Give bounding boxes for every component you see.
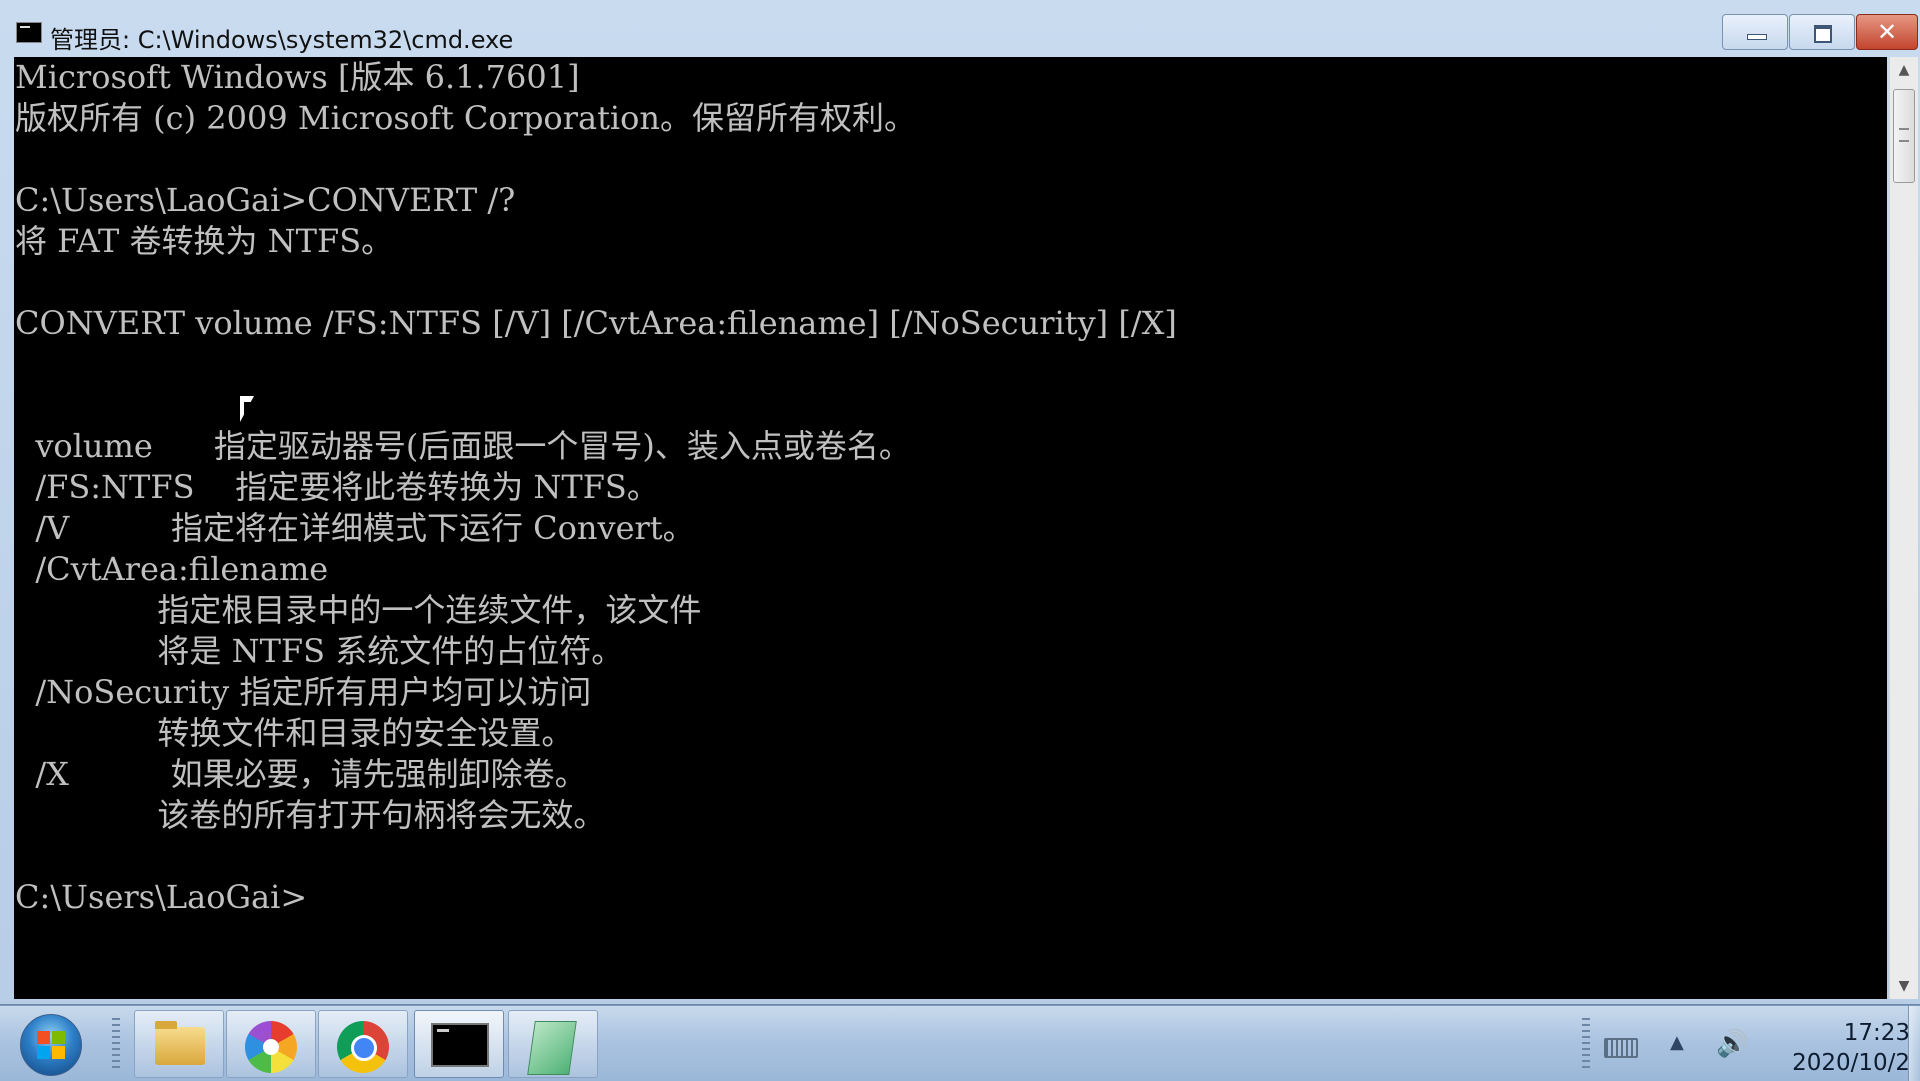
console-line: /V 指定将在详细模式下运行 Convert。: [15, 509, 695, 547]
scroll-thumb[interactable]: [1893, 89, 1915, 183]
keyboard-icon[interactable]: [1604, 1038, 1638, 1058]
console-line: 将 FAT 卷转换为 NTFS。: [15, 222, 394, 260]
console-line: /NoSecurity 指定所有用户均可以访问: [15, 673, 592, 711]
cmd-app-icon[interactable]: [16, 22, 42, 43]
system-clock[interactable]: 17:23 2020/10/2: [1760, 1018, 1910, 1078]
maximize-icon: [1814, 25, 1832, 43]
console-line: /CvtArea:filename: [15, 550, 329, 588]
console-line: 该卷的所有打开句柄将会无效。: [15, 796, 606, 834]
close-button[interactable]: ✕: [1856, 14, 1918, 50]
taskbar-sticky-notes[interactable]: [508, 1010, 598, 1078]
start-button[interactable]: [20, 1014, 82, 1076]
maximize-button[interactable]: [1789, 14, 1855, 50]
windows-logo-icon: [37, 1031, 67, 1061]
console-line: 将是 NTFS 系统文件的占位符。: [15, 632, 624, 670]
console-line: /FS:NTFS 指定要将此卷转换为 NTFS。: [15, 468, 659, 506]
console-line: Microsoft Windows [版本 6.1.7601]: [15, 58, 580, 96]
tray-grip[interactable]: [1582, 1018, 1590, 1072]
taskbar-file-explorer[interactable]: [134, 1010, 224, 1078]
taskbar-pinwheel-app[interactable]: [226, 1010, 316, 1078]
show-desktop-button[interactable]: [1908, 1006, 1920, 1081]
minimize-button[interactable]: [1722, 14, 1788, 50]
taskbar: ▲ 🔊 17:23 2020/10/2: [0, 1005, 1920, 1081]
console-line: volume 指定驱动器号(后面跟一个冒号)、装入点或卷名。: [15, 427, 911, 465]
scroll-up-icon[interactable]: ▲: [1890, 57, 1918, 83]
console-line: /X 如果必要，请先强制卸除卷。: [15, 755, 587, 793]
console-line: C:\Users\LaoGai>CONVERT /?: [15, 181, 516, 219]
vertical-scrollbar[interactable]: ▲ ▼: [1889, 57, 1918, 999]
console-line: 转换文件和目录的安全设置。: [15, 714, 574, 752]
console-area[interactable]: Microsoft Windows [版本 6.1.7601] 版权所有 (c)…: [14, 57, 1887, 999]
taskbar-grip[interactable]: [112, 1018, 120, 1072]
minimize-icon: [1747, 34, 1767, 40]
window-title: 管理员: C:\Windows\system32\cmd.exe: [50, 26, 514, 54]
clock-date: 2020/10/2: [1792, 1050, 1910, 1076]
console-line: CONVERT volume /FS:NTFS [/V] [/CvtArea:f…: [15, 304, 1177, 342]
console-line: 指定根目录中的一个连续文件，该文件: [15, 591, 702, 629]
console-line: C:\Users\LaoGai>: [15, 878, 308, 916]
title-bar[interactable]: 管理员: C:\Windows\system32\cmd.exe ✕: [0, 0, 1920, 56]
chrome-icon: [337, 1021, 389, 1073]
close-icon: ✕: [1876, 18, 1898, 46]
taskbar-cmd[interactable]: [414, 1010, 504, 1078]
pinwheel-icon: [245, 1021, 297, 1073]
taskbar-chrome[interactable]: [318, 1010, 408, 1078]
cmd-window: 管理员: C:\Windows\system32\cmd.exe ✕ Micro…: [0, 0, 1920, 1005]
show-hidden-icons-icon[interactable]: ▲: [1670, 1032, 1684, 1053]
clock-time: 17:23: [1843, 1020, 1910, 1046]
scroll-down-icon[interactable]: ▼: [1890, 973, 1918, 999]
mouse-pointer-icon: [240, 396, 254, 422]
terminal-icon: [431, 1023, 489, 1067]
folder-icon: [155, 1021, 205, 1065]
sticky-notes-icon: [527, 1021, 577, 1075]
volume-icon[interactable]: 🔊: [1716, 1030, 1748, 1058]
console-line: 版权所有 (c) 2009 Microsoft Corporation。保留所有…: [15, 99, 917, 137]
console-output[interactable]: Microsoft Windows [版本 6.1.7601] 版权所有 (c)…: [15, 57, 1177, 918]
